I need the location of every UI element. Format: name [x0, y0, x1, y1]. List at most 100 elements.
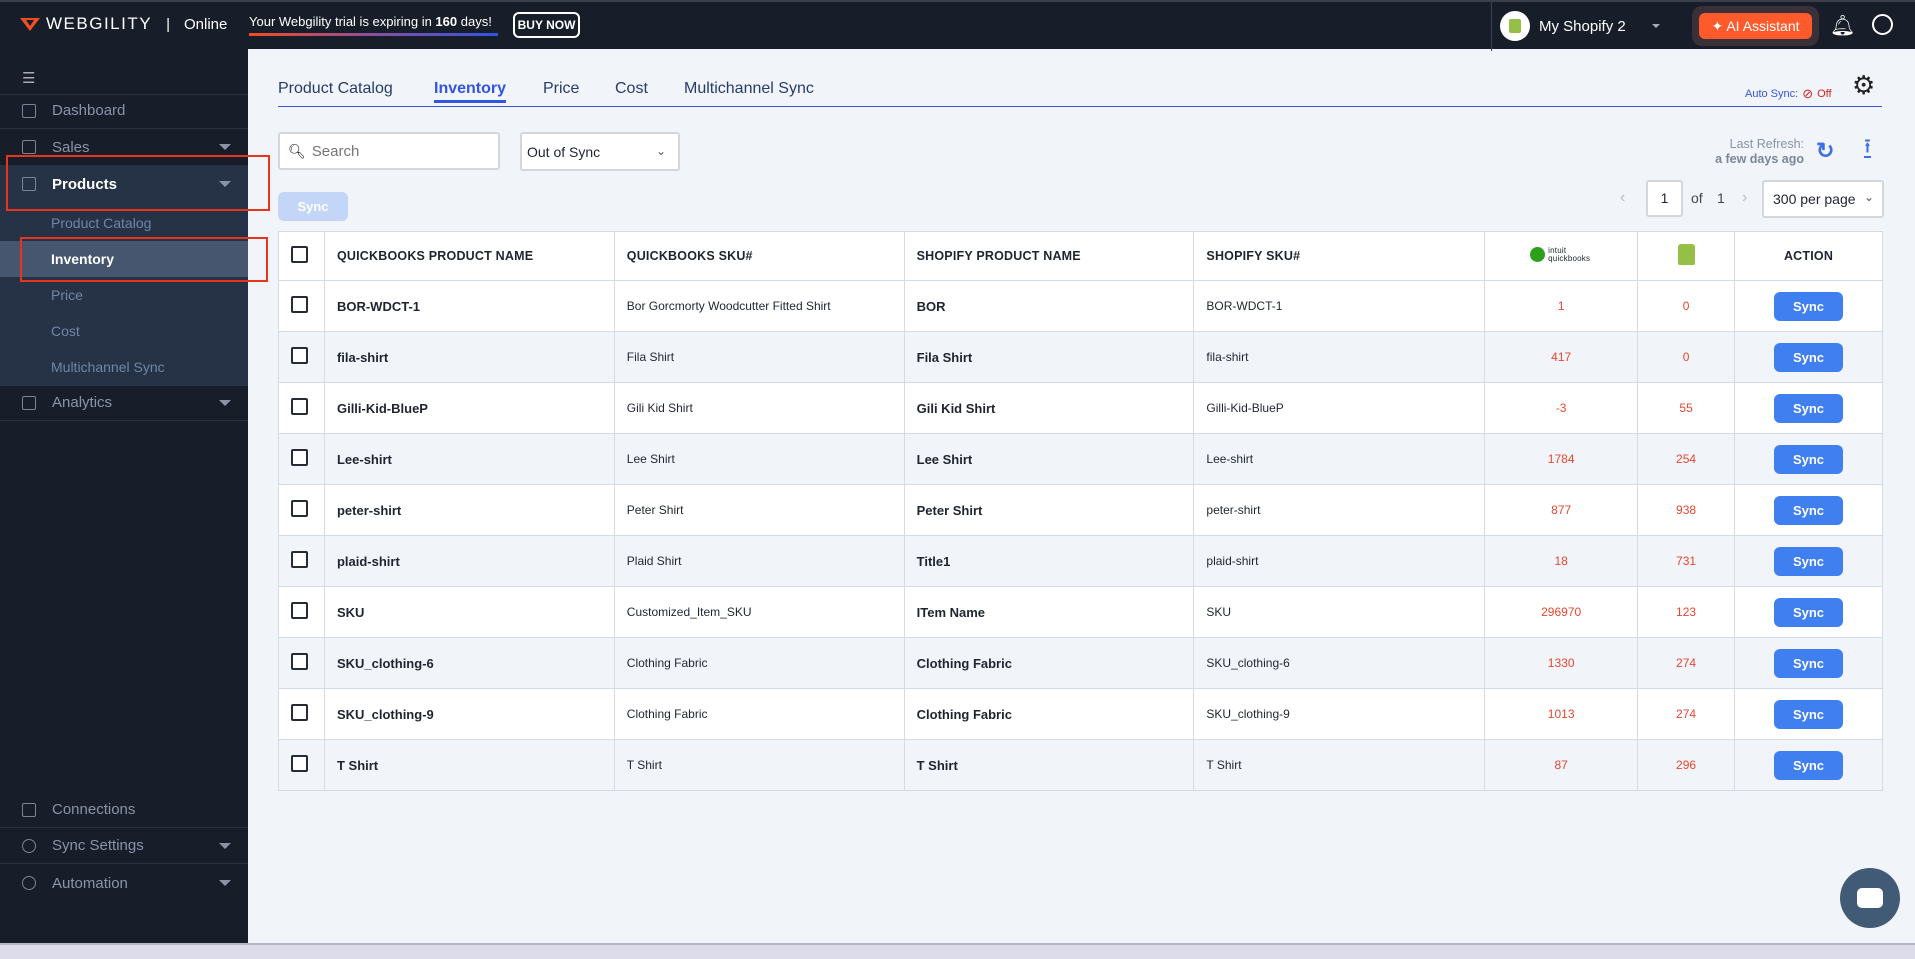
buy-now-button[interactable]: BUY NOW: [513, 12, 580, 38]
table-row: Gilli-Kid-BlueP Gili Kid Shirt Gili Kid …: [278, 382, 1883, 434]
divider: [1491, 2, 1492, 51]
chat-bubble-icon: [1857, 888, 1883, 908]
shopify-qty-cell: 274: [1637, 688, 1736, 740]
submenu-multichannel-sync[interactable]: Multichannel Sync: [0, 349, 248, 385]
shopify-logo-icon: [1677, 244, 1695, 265]
next-page-icon[interactable]: ›: [1742, 189, 1747, 207]
tab-cost[interactable]: Cost: [615, 80, 648, 98]
tab-inventory[interactable]: Inventory: [434, 80, 507, 103]
sync-status-filter[interactable]: Out of Sync ⌄: [520, 132, 680, 171]
column-header[interactable]: SHOPIFY PRODUCT NAME: [903, 231, 1195, 281]
row-checkbox[interactable]: [291, 755, 308, 772]
sidebar-label: Connections: [52, 801, 136, 818]
row-sync-button[interactable]: Sync: [1774, 546, 1844, 576]
dashboard-icon: [22, 103, 36, 118]
bell-icon[interactable]: 🔔︎: [1830, 13, 1855, 38]
quickbooks-qty-cell: 18: [1484, 535, 1639, 587]
per-page-select[interactable]: 300 per page ⌄: [1762, 180, 1884, 218]
automation-gear-icon: [22, 876, 36, 890]
chevron-down-icon: ⌄: [1863, 190, 1874, 204]
qb-sku-cell: Fila Shirt: [613, 331, 905, 383]
shopify-product-name-cell: T Shirt: [903, 739, 1195, 791]
qb-sku-cell: Plaid Shirt: [613, 535, 905, 587]
shopify-product-name-cell: Gili Kid Shirt: [903, 382, 1195, 434]
tab-multichannel-sync[interactable]: Multichannel Sync: [684, 80, 814, 98]
table-row: Lee-shirt Lee Shirt Lee Shirt Lee-shirt …: [278, 433, 1883, 485]
row-sync-button[interactable]: Sync: [1774, 393, 1844, 423]
prev-page-icon[interactable]: ‹: [1620, 189, 1625, 207]
qb-product-name-cell: SKU_clothing-9: [323, 688, 615, 740]
select-all-checkbox[interactable]: [291, 246, 308, 263]
auto-sync-status[interactable]: Auto Sync: ⊘ Off: [1745, 86, 1832, 102]
row-sync-button[interactable]: Sync: [1774, 750, 1844, 780]
sidebar-item-analytics[interactable]: Analytics: [0, 385, 248, 421]
search-input[interactable]: [311, 142, 482, 160]
shopify-sku-cell: peter-shirt: [1193, 484, 1486, 536]
shopping-bag-icon: [22, 140, 36, 154]
user-account-icon[interactable]: [1872, 14, 1893, 35]
store-selector[interactable]: My Shopify 2: [1500, 11, 1660, 41]
tab-price[interactable]: Price: [543, 80, 579, 98]
trial-banner: Your Webgility trial is expiring in 160 …: [249, 14, 498, 36]
last-refresh-label: Last Refresh:: [1729, 137, 1804, 151]
sidebar-item-sync-settings[interactable]: Sync Settings: [0, 828, 248, 864]
qb-sku-cell: Clothing Fabric: [613, 637, 905, 689]
row-checkbox[interactable]: [291, 602, 308, 619]
export-upload-icon[interactable]: ⭱: [1864, 137, 1871, 158]
sidebar-item-automation[interactable]: Automation: [0, 865, 248, 901]
quickbooks-qty-cell: 417: [1484, 331, 1639, 383]
submenu-price[interactable]: Price: [0, 277, 248, 313]
column-header[interactable]: QUICKBOOKS SKU#: [613, 231, 905, 281]
column-header[interactable]: SHOPIFY SKU#: [1193, 231, 1486, 281]
row-sync-button[interactable]: Sync: [1774, 597, 1844, 627]
qb-product-name-cell: BOR-WDCT-1: [323, 280, 615, 332]
last-refresh: Last Refresh: a few days ago: [1660, 137, 1804, 167]
search-box[interactable]: 🔍︎: [278, 132, 500, 170]
table-row: peter-shirt Peter Shirt Peter Shirt pete…: [278, 484, 1883, 536]
shopify-sku-cell: SKU: [1193, 586, 1486, 638]
row-checkbox[interactable]: [291, 449, 308, 466]
sidebar-label: Sync Settings: [52, 837, 144, 854]
sidebar-item-dashboard[interactable]: Dashboard: [0, 93, 248, 129]
row-checkbox[interactable]: [291, 653, 308, 670]
quickbooks-logo-icon: intuit quickbooks: [1530, 246, 1592, 263]
column-header[interactable]: QUICKBOOKS PRODUCT NAME: [323, 231, 615, 281]
refresh-icon[interactable]: ↻: [1816, 138, 1834, 164]
row-checkbox[interactable]: [291, 398, 308, 415]
qb-product-name-cell: T Shirt: [323, 739, 615, 791]
top-bar: WEBGILITY | Online Your Webgility trial …: [0, 0, 1915, 51]
row-checkbox[interactable]: [291, 704, 308, 721]
webgility-logo-icon: [20, 18, 40, 31]
sidebar-item-connections[interactable]: Connections: [0, 792, 248, 828]
row-sync-button[interactable]: Sync: [1774, 444, 1844, 474]
collapse-menu-icon[interactable]: ☰: [22, 69, 35, 87]
qb-product-name-cell: peter-shirt: [323, 484, 615, 536]
row-checkbox[interactable]: [291, 551, 308, 568]
trial-suffix: days!: [457, 14, 492, 29]
tab-product-catalog[interactable]: Product Catalog: [278, 80, 393, 98]
chat-support-button[interactable]: [1840, 868, 1900, 928]
ai-assistant-button[interactable]: ✦ AI Assistant: [1699, 13, 1812, 39]
shopify-column-header: [1637, 231, 1736, 281]
ai-assistant-label: AI Assistant: [1726, 17, 1800, 34]
qb-product-name-cell: fila-shirt: [323, 331, 615, 383]
row-checkbox[interactable]: [291, 347, 308, 364]
quickbooks-qty-cell: 877: [1484, 484, 1639, 536]
row-sync-button[interactable]: Sync: [1774, 291, 1844, 321]
row-sync-button[interactable]: Sync: [1774, 495, 1844, 525]
submenu-cost[interactable]: Cost: [0, 313, 248, 349]
sidebar-label: Sales: [52, 138, 90, 156]
row-checkbox[interactable]: [291, 296, 308, 313]
page-input[interactable]: 1: [1646, 180, 1683, 217]
row-sync-button[interactable]: Sync: [1774, 699, 1844, 729]
row-sync-button[interactable]: Sync: [1774, 342, 1844, 372]
row-sync-button[interactable]: Sync: [1774, 648, 1844, 678]
qb-product-name-cell: SKU: [323, 586, 615, 638]
row-checkbox[interactable]: [291, 500, 308, 517]
settings-gear-icon[interactable]: ⚙: [1852, 70, 1875, 101]
quickbooks-qty-cell: 1: [1484, 280, 1639, 332]
bulk-sync-button[interactable]: Sync: [278, 192, 348, 221]
column-header: ACTION: [1734, 231, 1883, 281]
sidebar-label: Analytics: [52, 394, 113, 411]
quickbooks-qty-cell: 296970: [1484, 586, 1639, 638]
